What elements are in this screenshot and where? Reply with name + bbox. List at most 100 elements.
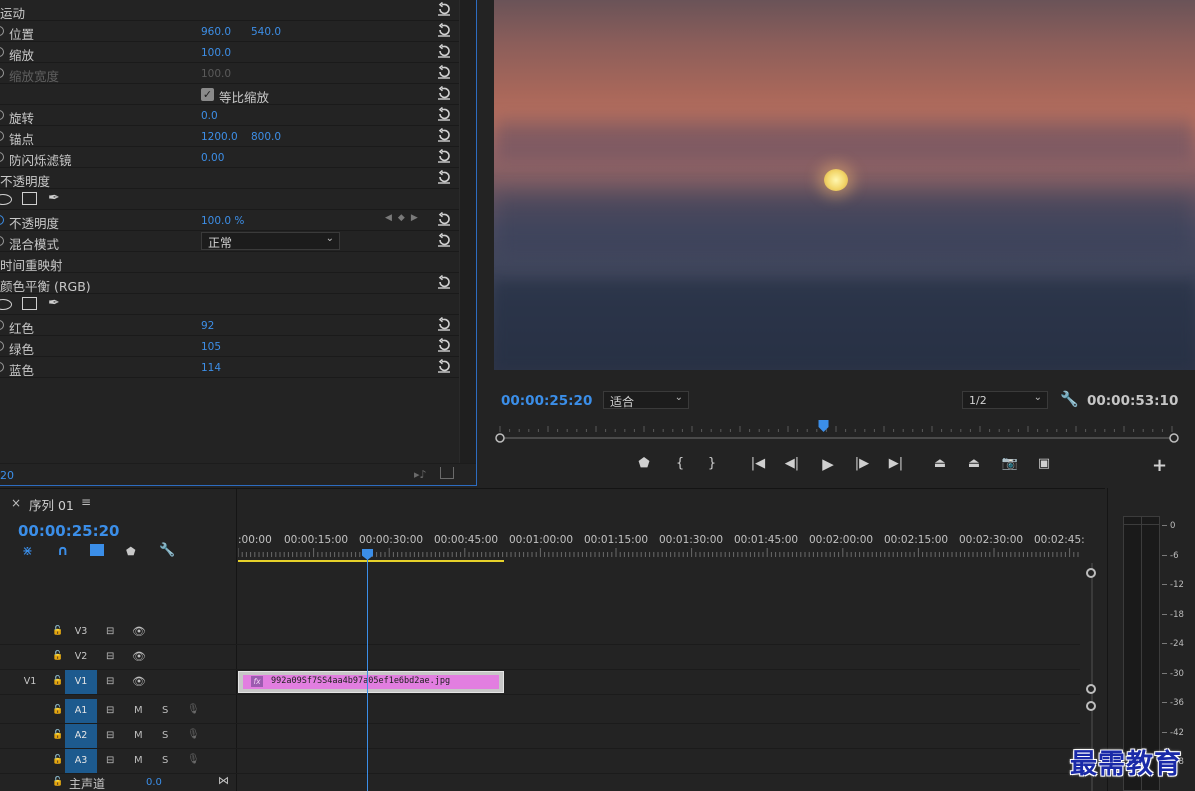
effect-property-value[interactable]: 100.0 [201, 47, 231, 59]
track-target-label[interactable]: A1 [65, 699, 97, 723]
reset-icon[interactable] [437, 275, 451, 289]
step-forward-icon[interactable]: |▶ [850, 454, 874, 474]
zoom-dropdown[interactable]: 适合 ⌄ [603, 391, 689, 409]
reset-icon[interactable] [437, 107, 451, 121]
mark-in-icon[interactable]: { [668, 454, 692, 474]
lock-icon[interactable]: 🔓 [52, 730, 63, 740]
solo-button[interactable]: S [162, 705, 168, 716]
uniform-scale-checkbox[interactable]: ✓ [201, 88, 214, 101]
mute-button[interactable]: M [134, 755, 143, 766]
lock-icon[interactable]: 🔓 [52, 676, 63, 686]
effect-property-value[interactable]: 105 [201, 341, 221, 353]
scroll-handle-top[interactable] [1086, 568, 1096, 578]
reset-icon[interactable] [437, 149, 451, 163]
go-to-end-icon[interactable]: ⋈ [218, 774, 229, 787]
monitor-scrub-bar[interactable] [494, 418, 1180, 444]
lock-icon[interactable]: 🔓 [52, 777, 63, 787]
reset-icon[interactable] [437, 359, 451, 373]
go-to-out-icon[interactable]: ▶| [884, 454, 908, 474]
reset-icon[interactable] [437, 338, 451, 352]
blend-mode-dropdown[interactable]: 正常 ⌄ [201, 232, 340, 250]
add-marker-icon[interactable]: ⬟ [632, 454, 656, 474]
track-target-label[interactable]: A2 [65, 724, 97, 748]
resolution-dropdown[interactable]: 1/2 ⌄ [962, 391, 1048, 409]
stopwatch-icon[interactable] [0, 152, 4, 162]
effect-property-value[interactable]: 800.0 [251, 131, 281, 143]
play-icon[interactable]: ▶ [816, 454, 840, 474]
reset-icon[interactable] [437, 128, 451, 142]
sync-lock-icon[interactable]: ⊟ [106, 651, 114, 662]
rectangle-mask-icon[interactable] [22, 192, 37, 205]
mute-button[interactable]: M [134, 705, 143, 716]
sync-lock-icon[interactable]: ⊟ [106, 755, 114, 766]
lock-icon[interactable]: 🔓 [52, 755, 63, 765]
stopwatch-icon[interactable] [0, 68, 4, 78]
comparison-view-icon[interactable]: ▣ [1032, 454, 1056, 474]
lock-icon[interactable]: 🔓 [52, 651, 63, 661]
stopwatch-icon[interactable] [0, 26, 4, 36]
sync-lock-icon[interactable]: ⊟ [106, 626, 114, 637]
microphone-icon[interactable]: 🎙 [187, 729, 200, 740]
reset-icon[interactable] [437, 44, 451, 58]
sync-lock-icon[interactable]: ⊟ [106, 730, 114, 741]
audio-scroll-handle[interactable] [1086, 701, 1096, 711]
button-editor-add-button[interactable]: + [1152, 455, 1167, 476]
master-volume-value[interactable]: 0.0 [146, 777, 162, 788]
track-target-label[interactable]: A3 [65, 749, 97, 773]
reset-icon[interactable] [437, 86, 451, 100]
track-target-label[interactable]: V3 [65, 620, 97, 644]
effect-property-value[interactable]: 1200.0 [201, 131, 238, 143]
reset-icon[interactable] [437, 170, 451, 184]
ellipse-mask-icon[interactable] [0, 299, 12, 310]
wrench-icon[interactable]: 🔧 [1060, 390, 1079, 408]
current-timecode[interactable]: 00:00:25:20 [501, 393, 592, 409]
sync-lock-icon[interactable]: ⊟ [106, 705, 114, 716]
effect-property-value[interactable]: 100.0 [201, 68, 231, 80]
reset-icon[interactable] [437, 2, 451, 16]
track-target-label[interactable]: V1 [65, 670, 97, 694]
stopwatch-icon[interactable] [0, 320, 4, 330]
microphone-icon[interactable]: 🎙 [187, 754, 200, 765]
effect-panel-scrollbar[interactable] [459, 0, 476, 463]
stopwatch-icon[interactable] [0, 131, 4, 141]
effect-property-value[interactable]: 92 [201, 320, 214, 332]
lock-icon[interactable]: 🔓 [52, 705, 63, 715]
monitor-playhead[interactable] [818, 420, 829, 432]
rectangle-mask-icon[interactable] [22, 297, 37, 310]
export-icon[interactable] [440, 467, 454, 479]
step-back-icon[interactable]: ◀| [780, 454, 804, 474]
solo-button[interactable]: S [162, 755, 168, 766]
export-frame-icon[interactable]: 📷 [998, 454, 1022, 474]
scroll-handle-bottom[interactable] [1086, 684, 1096, 694]
track-source-label[interactable]: V1 [14, 670, 46, 694]
effect-property-value[interactable]: 960.0 [201, 26, 231, 38]
solo-button[interactable]: S [162, 730, 168, 741]
reset-icon[interactable] [437, 23, 451, 37]
stopwatch-icon[interactable] [0, 215, 4, 225]
video-clip[interactable]: fx 992a09Sf7SS4aa4b97a05ef1e6bd2ae.jpg [238, 671, 504, 693]
sync-lock-icon[interactable]: ⊟ [106, 676, 114, 687]
effect-property-value[interactable]: 100.0 % [201, 215, 244, 227]
effect-property-value[interactable]: 540.0 [251, 26, 281, 38]
track-target-label[interactable]: V2 [65, 645, 97, 669]
effect-property-value[interactable]: 114 [201, 362, 221, 374]
reset-icon[interactable] [437, 212, 451, 226]
eye-icon[interactable]: 👁 [132, 675, 146, 688]
ellipse-mask-icon[interactable] [0, 194, 12, 205]
mute-button[interactable]: M [134, 730, 143, 741]
eye-icon[interactable]: 👁 [132, 625, 146, 638]
extract-icon[interactable]: ⏏ [962, 454, 986, 474]
reset-icon[interactable] [437, 233, 451, 247]
reset-icon[interactable] [437, 65, 451, 79]
keyframe-navigator[interactable]: ◀◆▶ [385, 213, 424, 223]
pen-mask-icon[interactable]: ✒ [48, 295, 60, 311]
stopwatch-icon[interactable] [0, 47, 4, 57]
microphone-icon[interactable]: 🎙 [187, 704, 200, 715]
pen-mask-icon[interactable]: ✒ [48, 190, 60, 206]
effect-property-value[interactable]: 0.00 [201, 152, 224, 164]
mark-out-icon[interactable]: } [700, 454, 724, 474]
stopwatch-icon[interactable] [0, 341, 4, 351]
go-to-in-icon[interactable]: |◀ [746, 454, 770, 474]
effect-property-value[interactable]: 0.0 [201, 110, 218, 122]
lift-icon[interactable]: ⏏ [928, 454, 952, 474]
